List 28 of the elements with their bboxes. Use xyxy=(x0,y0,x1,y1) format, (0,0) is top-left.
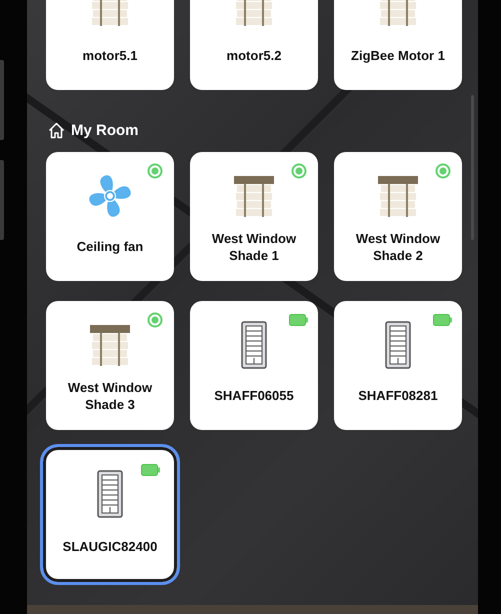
device-tile[interactable]: SHAFF06055 xyxy=(190,301,318,430)
device-name: motor5.2 xyxy=(226,47,282,64)
device-name: Ceiling fan xyxy=(76,238,144,255)
keypad-icon xyxy=(241,321,267,369)
section-title: My Room xyxy=(71,122,138,138)
device-tile[interactable]: West Window Shade 1 xyxy=(190,152,318,281)
device-tile[interactable]: West Window Shade 3 xyxy=(46,301,174,430)
window-shade-icon xyxy=(231,173,277,219)
device-name: SHAFF08281 xyxy=(358,387,438,404)
device-tile[interactable]: SHAFF08281 xyxy=(334,301,462,430)
device-tile[interactable]: Ceiling fan xyxy=(46,152,174,281)
device-name: West Window Shade 1 xyxy=(210,230,298,264)
window-shade-icon xyxy=(87,322,133,368)
device-name: SHAFF06055 xyxy=(214,387,294,404)
device-tile[interactable]: ZigBee Motor 1 xyxy=(334,0,462,90)
device-tile[interactable]: motor5.1 xyxy=(46,0,174,90)
home-icon xyxy=(48,122,65,138)
window-shade-icon xyxy=(375,173,421,219)
device-tile[interactable]: SLAUGIC82400 xyxy=(40,444,180,585)
device-name: motor5.1 xyxy=(82,47,138,64)
device-tile[interactable]: West Window Shade 2 xyxy=(334,152,462,281)
device-name: West Window Shade 3 xyxy=(66,378,154,412)
keypad-icon xyxy=(385,321,411,369)
device-name: SLAUGIC82400 xyxy=(62,538,158,554)
device-name: ZigBee Motor 1 xyxy=(351,47,445,64)
keypad-icon xyxy=(97,470,123,518)
device-name: West Window Shade 2 xyxy=(354,230,442,264)
device-tile[interactable]: motor5.2 xyxy=(190,0,318,90)
